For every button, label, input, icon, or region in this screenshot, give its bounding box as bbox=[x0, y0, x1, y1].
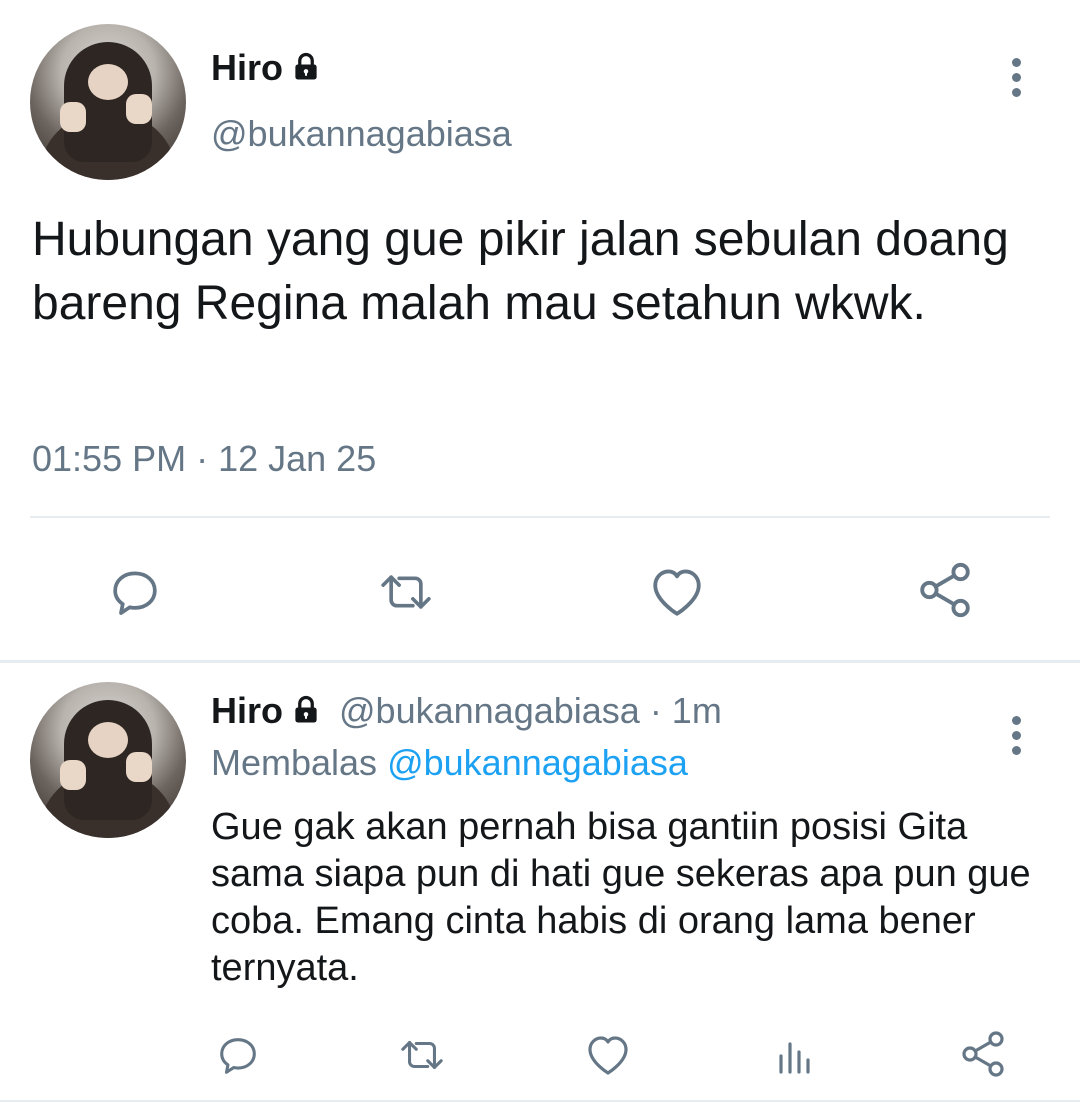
retweet-button[interactable] bbox=[392, 1030, 452, 1080]
retweet-icon bbox=[381, 575, 431, 609]
like-icon bbox=[653, 569, 701, 616]
reply-author-handle[interactable]: @bukannagabiasa bbox=[339, 690, 640, 731]
retweet-button[interactable] bbox=[368, 560, 444, 624]
avatar[interactable] bbox=[30, 24, 186, 180]
bottom-divider bbox=[0, 1100, 1080, 1102]
like-button[interactable] bbox=[642, 560, 712, 624]
author-name-text[interactable]: Hiro bbox=[211, 47, 283, 88]
reply-text: Gue gak akan pernah bisa gantiin posisi … bbox=[211, 806, 1031, 989]
avatar[interactable] bbox=[30, 682, 186, 838]
reply-icon bbox=[113, 571, 157, 615]
retweet-icon bbox=[401, 1041, 443, 1069]
analytics-icon bbox=[779, 1042, 810, 1074]
reply-button[interactable] bbox=[100, 560, 170, 624]
replying-to-link[interactable]: @bukannagabiasa bbox=[387, 742, 688, 783]
reply-header: Hiro @bukannagabiasa · 1m bbox=[211, 690, 722, 734]
share-button[interactable] bbox=[954, 1028, 1012, 1080]
like-icon bbox=[588, 1036, 628, 1075]
divider bbox=[30, 516, 1050, 518]
tweet-text: Hubungan yang gue pikir jalan sebulan do… bbox=[32, 213, 1009, 330]
author-handle[interactable]: @bukannagabiasa bbox=[211, 113, 512, 155]
like-button[interactable] bbox=[580, 1030, 636, 1080]
replying-to: Membalas @bukannagabiasa bbox=[211, 742, 688, 784]
share-icon bbox=[920, 562, 970, 618]
reply-author-name[interactable]: Hiro bbox=[211, 690, 283, 731]
more-options-icon[interactable] bbox=[1008, 58, 1024, 102]
section-divider bbox=[0, 660, 1080, 663]
analytics-button[interactable] bbox=[770, 1030, 820, 1080]
author-name[interactable]: Hiro bbox=[211, 47, 321, 91]
share-button[interactable] bbox=[910, 558, 980, 622]
lock-icon bbox=[291, 692, 321, 734]
reply-button[interactable] bbox=[210, 1030, 266, 1080]
reply-icon bbox=[220, 1038, 256, 1074]
share-icon bbox=[962, 1031, 1004, 1077]
replying-label: Membalas bbox=[211, 742, 378, 783]
tweet-timestamp[interactable]: 01:55 PM · 12 Jan 25 bbox=[32, 438, 376, 480]
more-options-icon[interactable] bbox=[1008, 716, 1024, 760]
lock-icon bbox=[291, 49, 321, 91]
reply-time-ago: · 1m bbox=[649, 690, 722, 731]
